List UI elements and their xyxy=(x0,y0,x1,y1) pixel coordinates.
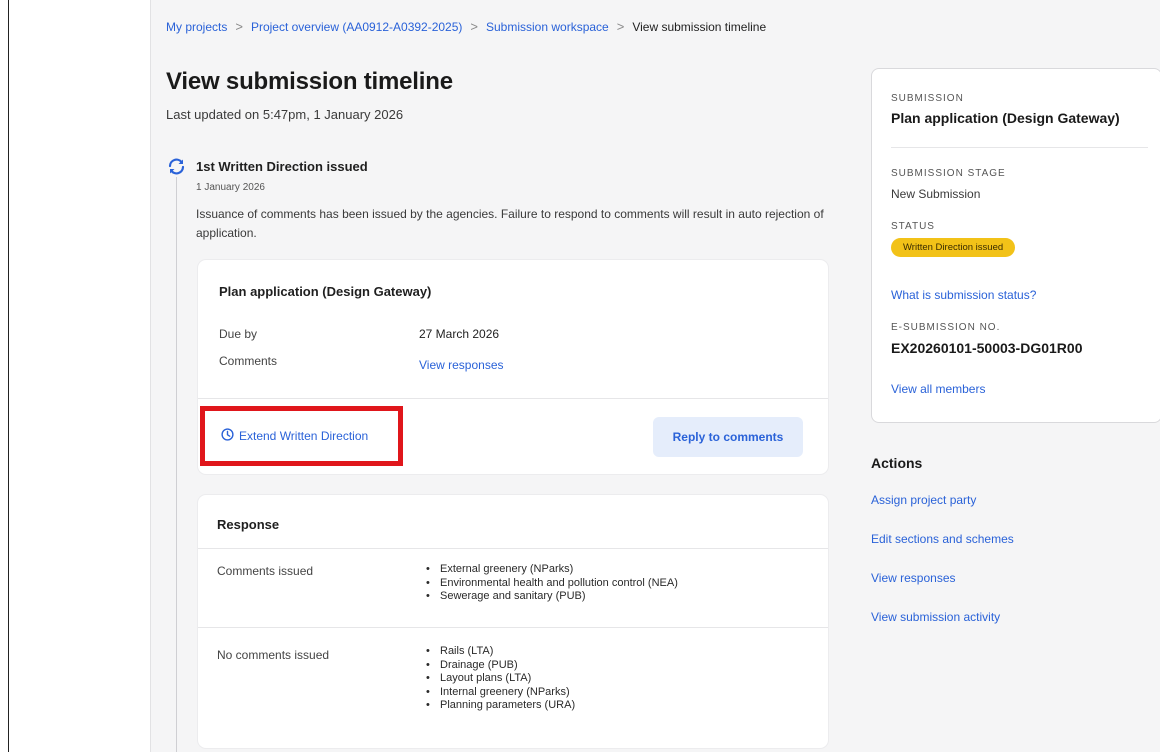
response-card: Response Comments issued External greene… xyxy=(198,495,828,748)
view-responses-link[interactable]: View responses xyxy=(419,358,504,372)
card-divider xyxy=(198,548,828,549)
due-by-value: 27 March 2026 xyxy=(419,327,500,341)
breadcrumb-separator: > xyxy=(616,19,625,34)
view-responses-action-link[interactable]: View responses xyxy=(871,571,956,585)
card-divider xyxy=(891,147,1148,148)
e-submission-caption: E-SUBMISSION NO. xyxy=(891,322,1001,333)
submission-name: Plan application (Design Gateway) xyxy=(891,110,1120,126)
status-badge: Written Direction issued xyxy=(891,238,1016,257)
list-item: External greenery (NParks) xyxy=(426,563,678,577)
no-comments-issued-list: Rails (LTA) Drainage (PUB) Layout plans … xyxy=(426,645,575,713)
view-submission-activity-link[interactable]: View submission activity xyxy=(871,610,1000,624)
comments-issued-label: Comments issued xyxy=(217,564,314,578)
breadcrumb-current: View submission timeline xyxy=(632,19,767,34)
list-item: Sewerage and sanitary (PUB) xyxy=(426,590,678,604)
submission-stage-value: New Submission xyxy=(891,187,981,201)
submission-summary-card: SUBMISSION Plan application (Design Gate… xyxy=(871,68,1160,423)
response-card-title: Response xyxy=(217,517,280,532)
view-all-members-link[interactable]: View all members xyxy=(891,382,985,396)
breadcrumb-separator: > xyxy=(470,19,478,34)
submission-caption: SUBMISSION xyxy=(891,93,964,104)
submission-stage-caption: SUBMISSION STAGE xyxy=(891,168,1006,179)
main-content: My projects > Project overview (AA0912-A… xyxy=(150,0,1160,752)
timeline-event-date: 1 January 2026 xyxy=(196,182,265,193)
comments-label: Comments xyxy=(219,354,278,368)
comments-issued-list: External greenery (NParks) Environmental… xyxy=(426,563,678,604)
timeline-event-title: 1st Written Direction issued xyxy=(196,159,368,174)
plan-card-title: Plan application (Design Gateway) xyxy=(219,284,432,299)
reply-to-comments-button[interactable]: Reply to comments xyxy=(653,417,803,457)
list-item: Planning parameters (URA) xyxy=(426,699,575,713)
card-divider xyxy=(198,398,828,399)
edit-sections-schemes-link[interactable]: Edit sections and schemes xyxy=(871,532,1014,546)
page-title: View submission timeline xyxy=(166,68,453,95)
actions-heading: Actions xyxy=(871,455,923,471)
list-item: Internal greenery (NParks) xyxy=(426,686,575,700)
breadcrumb-separator: > xyxy=(235,19,243,34)
list-item: Drainage (PUB) xyxy=(426,659,575,673)
timeline-event-description: Issuance of comments has been issued by … xyxy=(196,207,824,240)
assign-project-party-link[interactable]: Assign project party xyxy=(871,493,976,507)
breadcrumb-submission-workspace[interactable]: Submission workspace xyxy=(486,20,609,34)
left-edge-strip xyxy=(0,0,9,752)
submission-status-help-link[interactable]: What is submission status? xyxy=(891,288,1036,302)
e-submission-number: EX20260101-50003-DG01R00 xyxy=(891,340,1083,356)
list-item: Layout plans (LTA) xyxy=(426,672,575,686)
highlight-annotation-box xyxy=(200,406,403,466)
card-divider xyxy=(198,627,828,628)
timeline-line xyxy=(176,177,177,752)
no-comments-issued-label: No comments issued xyxy=(217,648,330,662)
list-item: Rails (LTA) xyxy=(426,645,575,659)
list-item: Environmental health and pollution contr… xyxy=(426,577,678,591)
breadcrumb-my-projects[interactable]: My projects xyxy=(166,20,227,34)
last-updated-text: Last updated on 5:47pm, 1 January 2026 xyxy=(166,107,404,122)
breadcrumb-project-overview[interactable]: Project overview (AA0912-A0392-2025) xyxy=(251,20,462,34)
due-by-label: Due by xyxy=(219,327,258,341)
refresh-icon xyxy=(167,158,186,175)
breadcrumb: My projects > Project overview (AA0912-A… xyxy=(166,19,766,34)
status-caption: STATUS xyxy=(891,221,935,232)
